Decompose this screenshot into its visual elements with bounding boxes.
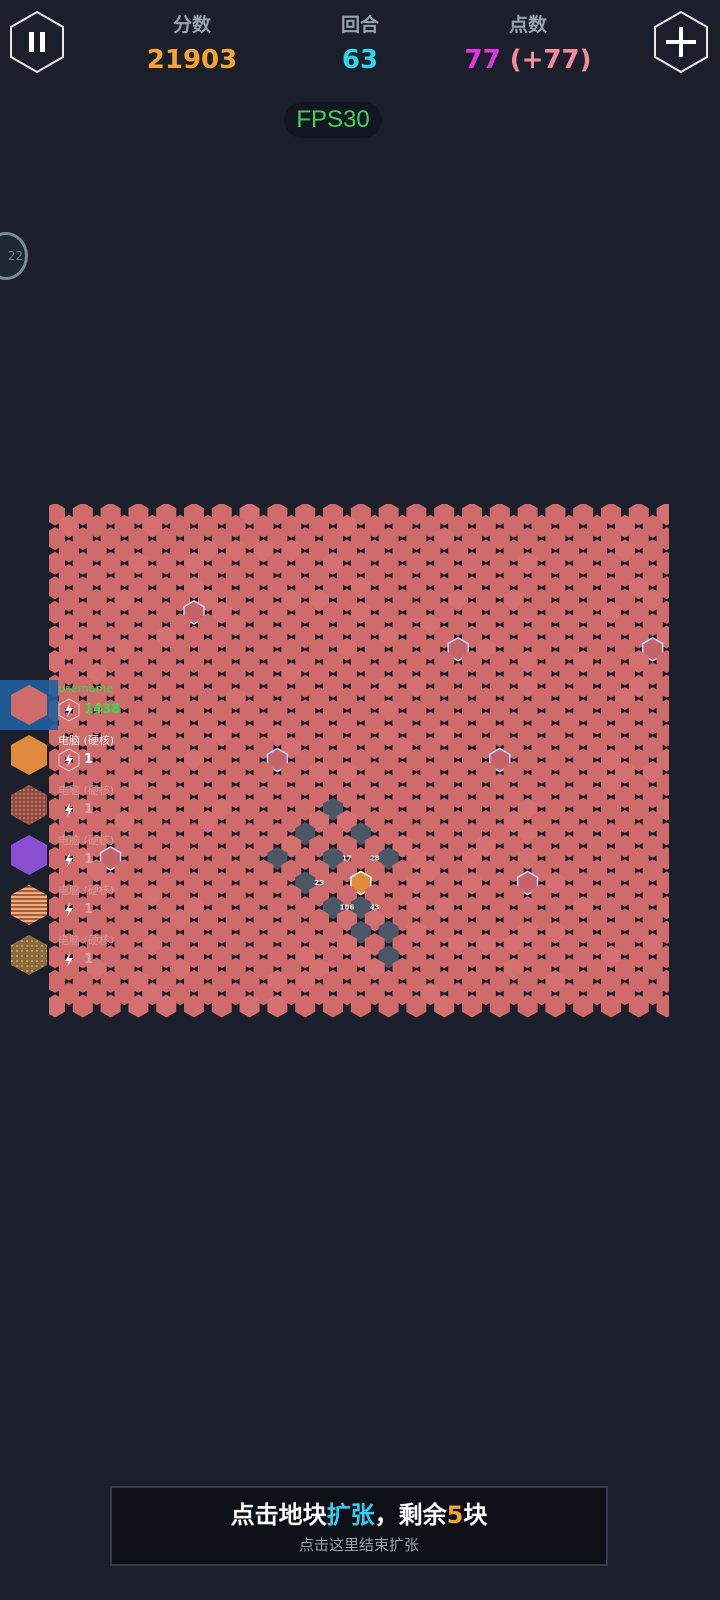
fps-counter: FPS30 bbox=[284, 102, 382, 138]
end-expansion-panel[interactable]: 点击地块扩张，剩余5块 点击这里结束扩张 bbox=[110, 1486, 608, 1566]
player-hex-icon bbox=[11, 785, 47, 825]
lightning-icon bbox=[65, 903, 73, 917]
player-name: 电脑 (硬核) bbox=[58, 884, 115, 897]
prompt-text: ，剩余 bbox=[374, 1501, 447, 1529]
pause-button[interactable] bbox=[8, 10, 66, 74]
prompt-text: 点击地块 bbox=[230, 1501, 327, 1529]
player-energy: 1 bbox=[84, 852, 94, 867]
pause-icon bbox=[29, 32, 34, 52]
round-stat: 回合 63 bbox=[290, 12, 430, 80]
player-hex-icon bbox=[11, 735, 47, 775]
round-label: 回合 bbox=[340, 14, 379, 36]
tile-value: 23 bbox=[314, 879, 324, 887]
side-drawer-handle[interactable]: 22 bbox=[0, 232, 28, 280]
player-hex-icon bbox=[11, 885, 47, 925]
player-name: username bbox=[58, 682, 113, 695]
player-hex-icon bbox=[11, 935, 47, 975]
prompt-action: 扩张 bbox=[326, 1501, 375, 1529]
end-expansion-hint: 点击这里结束扩张 bbox=[298, 1536, 419, 1554]
player-hex-icon bbox=[11, 685, 47, 725]
prompt-text: 块 bbox=[463, 1501, 488, 1529]
tile-value: 17 bbox=[342, 854, 352, 862]
player-energy: 1 bbox=[84, 752, 94, 767]
remaining-count: 5 bbox=[446, 1501, 464, 1529]
player-energy: 1438 bbox=[84, 702, 121, 717]
points-stat: 点数 77 (+77) bbox=[458, 12, 598, 80]
hex-game-board[interactable]: 17 28 23 106 43 bbox=[49, 504, 669, 1030]
player-item[interactable]: 电脑 (硬核) 1 bbox=[0, 780, 140, 830]
player-hex-icon bbox=[11, 835, 47, 875]
player-energy: 1 bbox=[84, 952, 94, 967]
points-label: 点数 bbox=[508, 14, 547, 36]
lightning-icon bbox=[58, 698, 80, 722]
tile-value: 106 bbox=[340, 904, 355, 912]
points-value-row: 77 (+77) bbox=[458, 40, 598, 80]
points-value: 77 bbox=[464, 45, 501, 75]
score-label: 分数 bbox=[172, 14, 211, 36]
round-value: 63 bbox=[341, 45, 379, 75]
add-button[interactable] bbox=[652, 10, 710, 74]
player-name: 电脑 (硬核) bbox=[58, 784, 115, 797]
player-name: 电脑 (硬核) bbox=[58, 734, 115, 747]
tile-value: 28 bbox=[370, 854, 380, 862]
tile-value: 43 bbox=[370, 904, 380, 912]
lightning-icon bbox=[58, 748, 80, 772]
player-energy: 1 bbox=[84, 902, 94, 917]
lightning-icon bbox=[65, 803, 73, 817]
player-item[interactable]: 电脑 (硬核) 1 bbox=[0, 880, 140, 930]
player-item[interactable]: 电脑 (硬核) 1 bbox=[0, 730, 140, 780]
player-item[interactable]: 电脑 (硬核) 1 bbox=[0, 930, 140, 980]
player-item[interactable]: 电脑 (硬核) 1 bbox=[0, 830, 140, 880]
player-energy: 1 bbox=[84, 802, 94, 817]
score-value: 21903 bbox=[146, 45, 238, 75]
player-item[interactable]: username 1438 bbox=[0, 680, 140, 730]
player-list: username 1438 电脑 (硬核) 1 电脑 (硬核) 1 电脑 (硬核… bbox=[0, 680, 140, 980]
lightning-icon bbox=[65, 853, 73, 867]
player-name: 电脑 (硬核) bbox=[58, 834, 115, 847]
score-stat: 分数 21903 bbox=[122, 12, 262, 80]
lightning-icon bbox=[65, 953, 73, 967]
points-bonus: (+77) bbox=[509, 45, 592, 75]
player-name: 电脑 (硬核) bbox=[58, 934, 115, 947]
expansion-prompt: 点击地块扩张，剩余5块 bbox=[112, 1500, 606, 1530]
